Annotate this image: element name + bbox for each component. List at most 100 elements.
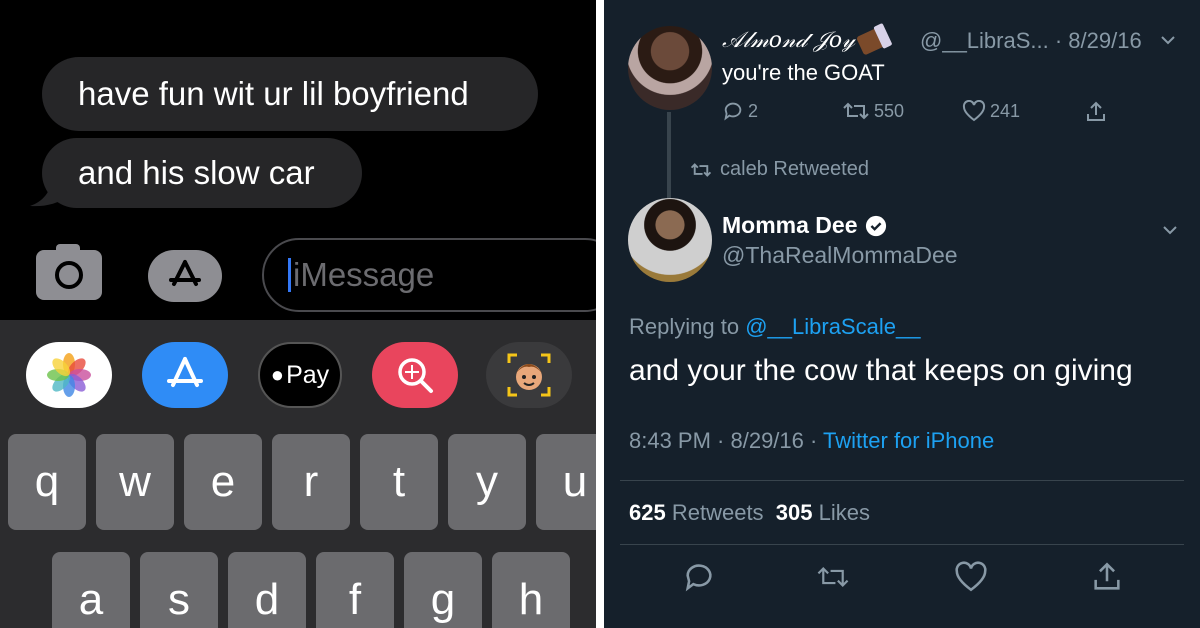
camera-icon[interactable] [36,244,102,300]
key-g[interactable]: g [404,552,482,628]
key-label: w [119,457,151,506]
chevron-down-icon[interactable] [1160,34,1176,46]
key-label: t [392,457,406,506]
apple-pay-label: Pay [286,360,330,389]
retweet-count: 550 [874,100,905,121]
key-h[interactable]: h [492,552,570,628]
replying-prefix: Replying to [629,314,740,339]
search-images-app-icon[interactable] [372,342,458,408]
retweeted-banner: caleb Retweeted [690,158,869,181]
compose-bar: iMessage [0,236,596,320]
imessage-placeholder: iMessage [293,256,435,293]
photos-app-icon[interactable] [26,342,112,408]
like-total[interactable]: 305 [776,500,813,525]
main-handle[interactable]: @ThaRealMommaDee [722,242,958,269]
app-store-icon [169,260,201,286]
avatar[interactable] [628,26,712,110]
key-y[interactable]: y [448,434,526,530]
key-label: s [168,575,190,624]
heart-icon[interactable] [954,560,988,594]
key-label: e [210,457,236,506]
memoji-icon [507,353,551,397]
search-images-icon [398,358,433,393]
parent-tweet-actions: 2 550 241 [722,100,1112,130]
like-count: 241 [990,100,1021,121]
key-label: q [34,457,60,506]
message-text: have fun wit ur lil boyfriend [78,75,469,112]
key-t[interactable]: t [360,434,438,530]
like-label: Likes [818,500,870,525]
app-store-button[interactable] [148,250,222,302]
main-display-name[interactable]: Momma Dee [722,212,887,239]
key-u[interactable]: u [536,434,596,530]
key-f[interactable]: f [316,552,394,628]
keyboard: q w e r t y u a s d f g h [0,430,596,628]
reply-button[interactable]: 2 [722,100,758,122]
key-label: h [518,575,544,624]
photos-icon [47,353,91,397]
text-caret [288,258,291,292]
display-name-text: Momma Dee [722,212,858,238]
key-a[interactable]: a [52,552,130,628]
thread-connector [667,112,671,198]
key-e[interactable]: e [184,434,262,530]
avatar[interactable] [628,198,712,282]
divider [620,480,1184,481]
parent-handle-date: @__LibraS... · 8/29/16 [920,28,1142,53]
reply-icon[interactable] [682,560,716,594]
message-text: and his slow car [78,154,315,191]
retweet-icon[interactable] [816,560,850,594]
display-name-text: 𝒜𝓁𝓂𝑜𝓃𝒹 𝒥𝑜𝓎 [722,28,855,53]
app-store-app-icon[interactable] [142,342,228,408]
tweet-stats: 625 Retweets 305 Likes [629,500,870,526]
key-label: r [303,457,319,506]
reply-icon [724,102,742,121]
retweet-icon [843,102,869,120]
parent-display-name[interactable]: 𝒜𝓁𝓂𝑜𝓃𝒹 𝒥𝑜𝓎 [722,26,888,56]
key-q[interactable]: q [8,434,86,530]
chevron-down-icon[interactable] [1162,224,1178,236]
key-w[interactable]: w [96,434,174,530]
main-tweet-text: and your the cow that keeps on giving [629,354,1133,387]
main-tweet-actions [604,560,1200,600]
retweet-icon [690,162,712,177]
apple-pay-app-icon[interactable]: ● Pay [258,342,342,408]
key-label: u [562,457,588,506]
like-button[interactable]: 241 [962,100,1020,122]
share-button[interactable] [1084,100,1108,124]
app-drawer: ● Pay [0,320,596,430]
message-bubble[interactable]: and his slow car [42,138,362,208]
tweet-meta: 8:43 PM · 8/29/16 · Twitter for iPhone [629,428,994,454]
retweet-total[interactable]: 625 [629,500,666,525]
verified-badge-icon [866,215,887,236]
parent-tweet-text: you're the GOAT [722,60,885,85]
tweet-source-link[interactable]: Twitter for iPhone [823,428,994,453]
reply-count: 2 [748,100,759,121]
key-s[interactable]: s [140,552,218,628]
replying-to: Replying to @__LibraScale__ [629,314,920,340]
key-label: d [254,575,280,624]
twitter-panel: 𝒜𝓁𝓂𝑜𝓃𝒹 𝒥𝑜𝓎 @__LibraS... · 8/29/16 you're… [604,0,1200,628]
tweet-timestamp: 8:43 PM · 8/29/16 · [629,428,818,453]
heart-icon [962,100,986,122]
key-label: y [476,457,498,506]
memoji-app-icon[interactable] [486,342,572,408]
retweet-label: Retweets [671,500,764,525]
key-d[interactable]: d [228,552,306,628]
app-store-icon [167,357,203,387]
key-label: g [430,575,456,624]
key-r[interactable]: r [272,434,350,530]
key-label: a [78,575,104,624]
apple-icon: ● [270,362,285,387]
message-bubble[interactable]: have fun wit ur lil boyfriend [42,57,538,131]
retweet-button[interactable]: 550 [842,100,904,122]
imessage-input[interactable]: iMessage [262,238,596,312]
chocolate-emoji-icon [855,26,888,56]
bubble-tail [30,176,68,207]
retweeted-text: caleb Retweeted [720,158,869,180]
divider [620,544,1184,545]
imessage-panel: have fun wit ur lil boyfriend and his sl… [0,0,596,628]
share-icon[interactable] [1090,560,1124,594]
share-icon [1087,101,1105,121]
mention-link[interactable]: @__LibraScale__ [745,314,920,339]
